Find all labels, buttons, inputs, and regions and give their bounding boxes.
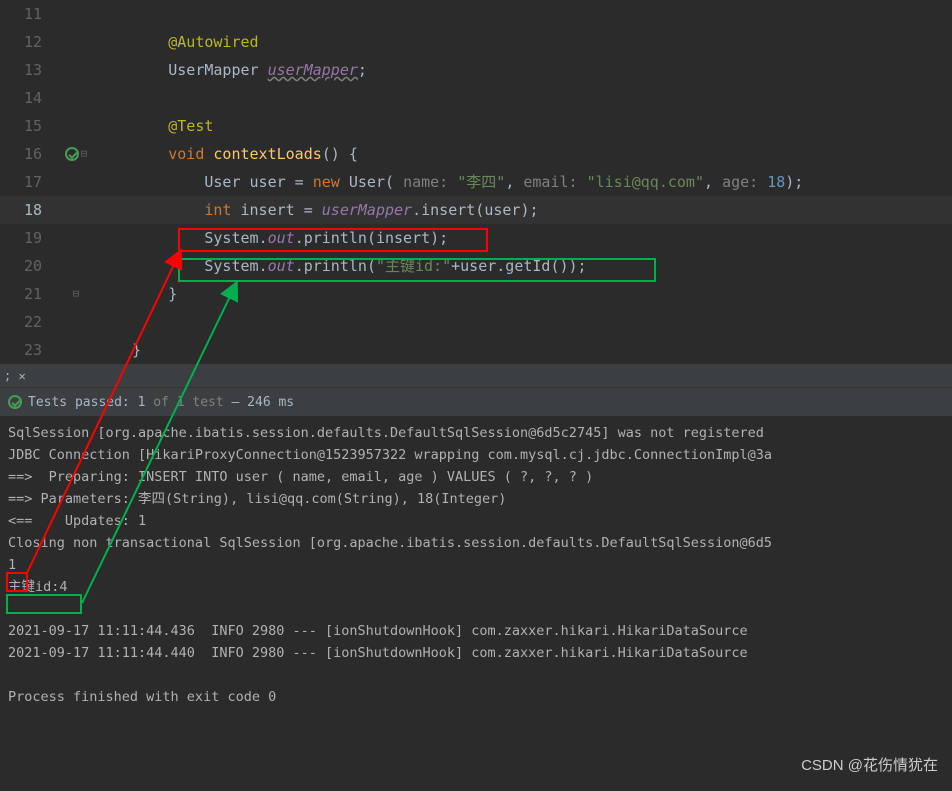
panel-tabs[interactable]: ; ✕ (0, 364, 952, 388)
line-number: 23 (0, 336, 56, 364)
method-name: contextLoads (204, 145, 321, 163)
console-line: Process finished with exit code 0 (8, 686, 944, 708)
console-line (8, 664, 944, 686)
console-output-1: 1 (8, 554, 944, 576)
line-number: 18 (0, 196, 56, 224)
line-number: 11 (0, 0, 56, 28)
console-output-primary-key: 主键id:4 (8, 576, 944, 598)
line-number: 22 (0, 308, 56, 336)
console-line (8, 598, 944, 620)
line-number: 16 (0, 140, 56, 168)
console-output[interactable]: SqlSession [org.apache.ibatis.session.de… (0, 416, 952, 714)
type-ref: UserMapper (168, 61, 267, 79)
line-number: 17 (0, 168, 56, 196)
line-number: 13 (0, 56, 56, 84)
console-line: 2021-09-17 11:11:44.440 INFO 2980 --- [i… (8, 642, 944, 664)
line-number: 20 (0, 252, 56, 280)
test-status-bar: Tests passed: 1 of 1 test – 246 ms (0, 388, 952, 416)
annotation: @Autowired (168, 33, 258, 51)
line-number: 19 (0, 224, 56, 252)
tests-passed-label: Tests passed: 1 (28, 395, 145, 410)
line-number: 14 (0, 84, 56, 112)
console-line: SqlSession [org.apache.ibatis.session.de… (8, 422, 944, 444)
test-pass-icon (8, 395, 22, 409)
line-number: 21 (0, 280, 56, 308)
console-line: 2021-09-17 11:11:44.436 INFO 2980 --- [i… (8, 620, 944, 642)
annotation: @Test (168, 117, 213, 135)
field-ref: userMapper (268, 61, 358, 79)
code-editor[interactable]: 11 12 @Autowired 13 UserMapper userMappe… (0, 0, 952, 364)
fold-icon[interactable]: ⊟ (73, 280, 80, 308)
console-line: ==> Parameters: 李四(String), lisi@qq.com(… (8, 488, 944, 510)
watermark: CSDN @花伤情犹在 (801, 754, 938, 775)
line-number: 12 (0, 28, 56, 56)
test-pass-gutter-icon[interactable] (65, 147, 79, 161)
console-line: <== Updates: 1 (8, 510, 944, 532)
console-line: ==> Preparing: INSERT INTO user ( name, … (8, 466, 944, 488)
close-tab-icon[interactable]: ; ✕ (4, 369, 26, 383)
line-number: 15 (0, 112, 56, 140)
console-line: JDBC Connection [HikariProxyConnection@1… (8, 444, 944, 466)
fold-icon[interactable]: ⊟ (81, 140, 88, 168)
console-line: Closing non transactional SqlSession [or… (8, 532, 944, 554)
